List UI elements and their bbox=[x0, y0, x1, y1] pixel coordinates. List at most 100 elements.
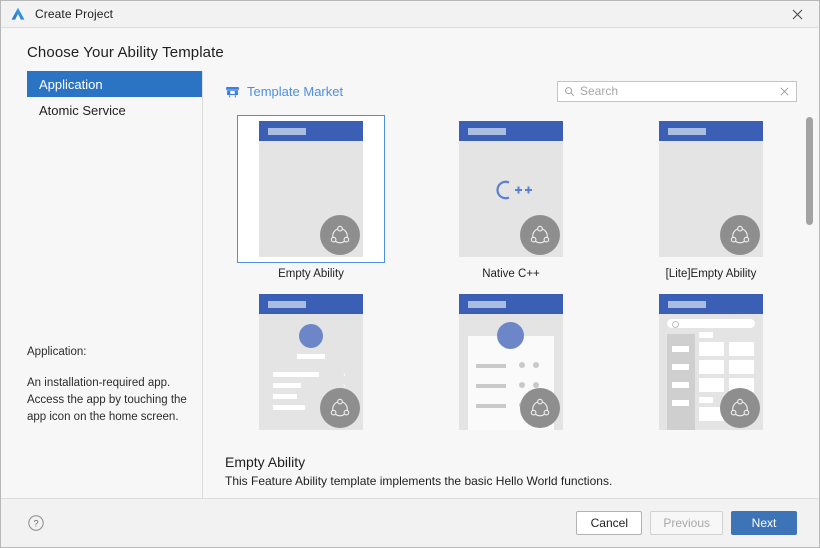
sidebar: Application Atomic Service Application: … bbox=[1, 71, 203, 498]
thumb-title-pill bbox=[268, 128, 306, 135]
template-grid-scrollbar[interactable] bbox=[806, 117, 813, 442]
sidebar-item-label: Atomic Service bbox=[39, 102, 126, 118]
ability-badge-icon bbox=[720, 388, 760, 428]
search-icon bbox=[565, 86, 575, 96]
thumb-header-bar bbox=[259, 294, 363, 314]
thumb-header-bar bbox=[259, 121, 363, 141]
template-card-label: Native C++ bbox=[482, 268, 540, 280]
thumb-search-field bbox=[667, 319, 755, 328]
thumb-header-bar bbox=[459, 294, 563, 314]
ability-badge-icon bbox=[520, 388, 560, 428]
scrollbar-thumb[interactable] bbox=[806, 117, 813, 225]
sidebar-item-application[interactable]: Application bbox=[27, 71, 202, 97]
footer-buttons: Cancel Previous Next bbox=[576, 511, 805, 535]
storefront-icon bbox=[225, 86, 240, 97]
template-toolbar: Template Market bbox=[203, 71, 819, 111]
thumb-row-bar bbox=[273, 383, 301, 388]
thumb-side-item bbox=[672, 364, 689, 370]
previous-button[interactable]: Previous bbox=[650, 511, 723, 535]
next-button[interactable]: Next bbox=[731, 511, 797, 535]
template-card-frame bbox=[237, 115, 385, 263]
thumb-grid-tile bbox=[699, 342, 724, 356]
thumb-dot bbox=[519, 382, 525, 388]
template-thumbnail bbox=[259, 121, 363, 257]
thumb-grid-tile bbox=[729, 342, 754, 356]
thumb-avatar bbox=[497, 322, 524, 349]
template-card-profile[interactable] bbox=[411, 288, 611, 441]
thumb-grid-tile bbox=[729, 360, 754, 374]
thumb-title-pill bbox=[668, 301, 706, 308]
sidebar-list: Application Atomic Service bbox=[1, 71, 202, 123]
template-card-lite-empty-ability[interactable]: [Lite]Empty Ability bbox=[611, 115, 811, 280]
help-icon[interactable]: ? bbox=[27, 514, 45, 532]
page-title: Choose Your Ability Template bbox=[27, 44, 224, 61]
thumb-avatar bbox=[299, 324, 323, 348]
template-grid-scroll: Empty Ability Native C++ [Lite]Empty Abi… bbox=[203, 111, 819, 448]
ability-badge-icon bbox=[320, 388, 360, 428]
template-card-frame bbox=[637, 288, 785, 436]
ability-badge-icon bbox=[520, 215, 560, 255]
ability-glyph bbox=[730, 225, 750, 244]
thumb-section-label bbox=[699, 397, 713, 403]
template-thumbnail bbox=[459, 294, 563, 430]
template-card-settings-list[interactable]: › › › › bbox=[211, 288, 411, 441]
sidebar-item-atomic-service[interactable]: Atomic Service bbox=[27, 97, 202, 123]
thumb-side-item bbox=[672, 382, 689, 388]
template-card-frame bbox=[437, 115, 585, 263]
sidebar-description: Application: An installation-required ap… bbox=[27, 344, 190, 426]
template-card-label: Empty Ability bbox=[278, 268, 344, 280]
thumb-title-pill bbox=[668, 128, 706, 135]
template-detail: Empty Ability This Feature Ability templ… bbox=[203, 448, 819, 498]
template-card-category-grid[interactable] bbox=[611, 288, 811, 441]
create-project-dialog: Create Project Choose Your Ability Templ… bbox=[0, 0, 820, 548]
sidebar-item-label: Application bbox=[39, 76, 103, 92]
ability-glyph bbox=[530, 398, 550, 417]
thumb-name-bar bbox=[297, 354, 325, 359]
cpp-glyph bbox=[496, 180, 532, 200]
template-card-frame: › › › › bbox=[237, 288, 385, 436]
ability-glyph bbox=[330, 225, 350, 244]
sidebar-description-body: An installation-required app. Access the… bbox=[27, 377, 187, 423]
template-card-native-cpp[interactable]: Native C++ bbox=[411, 115, 611, 280]
sidebar-description-lead: Application: bbox=[27, 346, 87, 358]
thumb-header-bar bbox=[459, 121, 563, 141]
title-bar: Create Project bbox=[1, 1, 819, 28]
thumb-grid-tile bbox=[699, 378, 724, 392]
thumb-row-bar bbox=[476, 364, 506, 368]
template-thumbnail bbox=[459, 121, 563, 257]
cancel-button[interactable]: Cancel bbox=[576, 511, 643, 535]
thumb-header-bar bbox=[659, 294, 763, 314]
template-card-empty-ability[interactable]: Empty Ability bbox=[211, 115, 411, 280]
template-thumbnail bbox=[659, 294, 763, 430]
template-thumbnail: › › › › bbox=[259, 294, 363, 430]
thumb-title-pill bbox=[268, 301, 306, 308]
template-card-label: [Lite]Empty Ability bbox=[665, 268, 757, 280]
template-card-frame bbox=[637, 115, 785, 263]
thumb-header-bar bbox=[659, 121, 763, 141]
thumb-dot bbox=[519, 362, 525, 368]
thumb-side-item bbox=[672, 346, 689, 352]
ability-glyph bbox=[530, 225, 550, 244]
deveco-logo-icon bbox=[11, 7, 25, 20]
thumb-grid-tile bbox=[699, 360, 724, 374]
thumb-search-glyph bbox=[672, 321, 679, 328]
svg-text:?: ? bbox=[33, 519, 38, 530]
ability-badge-icon bbox=[720, 215, 760, 255]
thumb-row-bar bbox=[273, 405, 305, 410]
search-input[interactable] bbox=[580, 84, 774, 98]
dialog-footer: ? Cancel Previous Next bbox=[1, 499, 819, 547]
thumb-dot bbox=[533, 362, 539, 368]
template-detail-title: Empty Ability bbox=[225, 454, 306, 470]
ability-glyph bbox=[330, 398, 350, 417]
thumb-row-bar bbox=[476, 384, 506, 388]
close-icon[interactable] bbox=[775, 1, 819, 27]
template-thumbnail bbox=[659, 121, 763, 257]
ability-badge-icon bbox=[320, 215, 360, 255]
template-market-link[interactable]: Template Market bbox=[225, 84, 343, 99]
thumb-row-chevron: › bbox=[343, 370, 346, 379]
template-pane: Template Market Search Empty Ability Nat… bbox=[203, 71, 819, 498]
search-box[interactable] bbox=[557, 80, 797, 102]
dialog-body: Choose Your Ability Template Application… bbox=[1, 28, 819, 547]
template-detail-description: This Feature Ability template implements… bbox=[225, 474, 613, 488]
clear-icon[interactable] bbox=[779, 86, 790, 97]
